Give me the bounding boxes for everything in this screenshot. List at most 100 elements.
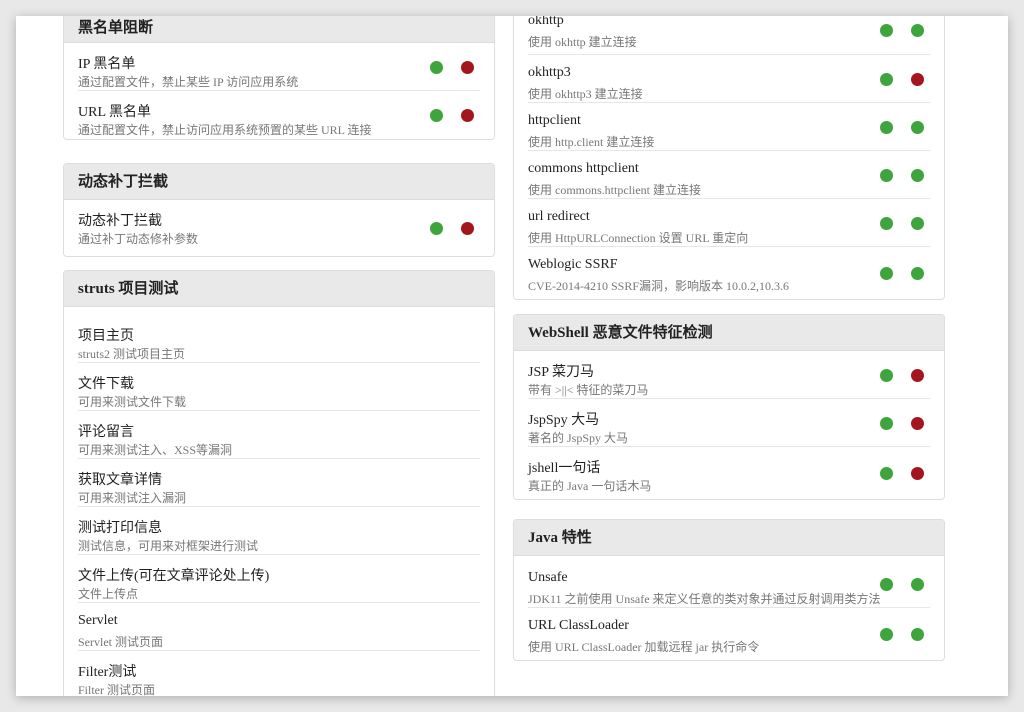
status-dot-green: [430, 60, 443, 74]
item-desc: 可用来测试文件下载: [78, 395, 187, 409]
item-desc: 文件上传点: [78, 587, 139, 601]
status-dot-red: [911, 467, 924, 480]
struts-panel: struts 项目测试 项目主页 struts2 测试项目主页 文件下载 可用来…: [63, 270, 495, 696]
status-dot-green: [880, 368, 893, 382]
item-title: commons httpclient: [528, 161, 639, 176]
item-title: IP 黑名单: [78, 57, 136, 72]
patch-panel: 动态补丁拦截 动态补丁拦截 通过补丁动态修补参数: [63, 163, 495, 257]
list-item-servlet[interactable]: Servlet Servlet 测试页面: [78, 603, 480, 651]
status-dot-red: [461, 60, 474, 74]
item-desc: 通过配置文件，禁止某些 IP 访问应用系统: [78, 75, 299, 89]
list-item-url-blacklist[interactable]: URL 黑名单 通过配置文件，禁止访问应用系统预置的某些 URL 连接: [78, 91, 480, 139]
list-item-file-download[interactable]: 文件下载 可用来测试文件下载: [78, 363, 480, 411]
java-list: Unsafe JDK11 之前使用 Unsafe 来定义任意的类对象并通过反射调…: [514, 560, 944, 660]
item-desc: 带有 >||< 特征的菜刀马: [528, 383, 649, 397]
list-item-weblogic-ssrf[interactable]: Weblogic SSRF CVE-2014-4210 SSRF漏洞，影响版本 …: [528, 247, 930, 299]
list-item-jshell[interactable]: jshell一句话 真正的 Java 一句话木马: [528, 447, 930, 499]
item-title: 动态补丁拦截: [78, 214, 162, 229]
item-desc: 使用 http.client 建立连接: [528, 135, 655, 149]
item-desc: Filter 测试页面: [78, 683, 155, 696]
status-dot-green: [880, 416, 893, 430]
ssrf-list: okhttp 使用 okhttp 建立连接 okhttp3 使用 okhttp3…: [514, 16, 944, 299]
item-desc: 通过补丁动态修补参数: [78, 232, 199, 246]
item-desc: 测试信息，可用来对框架进行测试: [78, 539, 259, 553]
item-title: JspSpy 大马: [528, 413, 600, 428]
item-title: 获取文章详情: [78, 473, 162, 488]
webshell-list: JSP 菜刀马 带有 >||< 特征的菜刀马 JspSpy 大马 著名的 Jsp…: [514, 351, 944, 499]
item-desc: 通过配置文件，禁止访问应用系统预置的某些 URL 连接: [78, 123, 372, 137]
panel-title: WebShell 恶意文件特征检测: [514, 315, 944, 351]
status-dot-green: [911, 23, 924, 37]
status-dot-red: [911, 416, 924, 430]
blacklist-list: IP 黑名单 通过配置文件，禁止某些 IP 访问应用系统 URL 黑名单 通过配…: [64, 43, 494, 139]
blacklist-panel: 黑名单阻断 IP 黑名单 通过配置文件，禁止某些 IP 访问应用系统 URL 黑…: [63, 16, 495, 140]
status-dot-green: [911, 267, 924, 280]
item-title: Weblogic SSRF: [528, 257, 618, 272]
item-title: Filter测试: [78, 665, 137, 680]
list-item-filter[interactable]: Filter测试 Filter 测试页面: [78, 651, 480, 696]
status-dot-green: [880, 168, 893, 182]
list-item-unsafe[interactable]: Unsafe JDK11 之前使用 Unsafe 来定义任意的类对象并通过反射调…: [528, 560, 930, 608]
item-desc: 使用 HttpURLConnection 设置 URL 重定向: [528, 231, 749, 245]
item-title: 项目主页: [78, 329, 134, 344]
list-item-httpclient[interactable]: httpclient 使用 http.client 建立连接: [528, 103, 930, 151]
panel-title: 黑名单阻断: [64, 16, 494, 43]
item-title: JSP 菜刀马: [528, 365, 595, 380]
item-desc: 著名的 JspSpy 大马: [528, 431, 629, 445]
list-item-commons-httpclient[interactable]: commons httpclient 使用 commons.httpclient…: [528, 151, 930, 199]
status-dot-green: [880, 72, 893, 86]
item-desc: 使用 okhttp 建立连接: [528, 35, 637, 49]
status-dot-green: [880, 577, 893, 591]
panel-title: struts 项目测试: [64, 271, 494, 307]
item-title: okhttp: [528, 16, 564, 28]
item-title: 文件下载: [78, 377, 134, 392]
status-dot-green: [911, 577, 924, 591]
status-dot-red: [911, 72, 924, 86]
status-dot-green: [911, 120, 924, 134]
list-item-url-redirect[interactable]: url redirect 使用 HttpURLConnection 设置 URL…: [528, 199, 930, 247]
status-dot-red: [461, 222, 474, 235]
list-item-jsp-caidao[interactable]: JSP 菜刀马 带有 >||< 特征的菜刀马: [528, 351, 930, 399]
item-desc: 可用来测试注入、XSS等漏洞: [78, 443, 233, 457]
list-item-okhttp[interactable]: okhttp 使用 okhttp 建立连接: [528, 16, 930, 55]
item-title: 文件上传(可在文章评论处上传): [78, 569, 270, 584]
list-item-ip-blacklist[interactable]: IP 黑名单 通过配置文件，禁止某些 IP 访问应用系统: [78, 43, 480, 91]
status-dot-green: [880, 120, 893, 134]
status-dot-green: [911, 628, 924, 641]
list-item-comment[interactable]: 评论留言 可用来测试注入、XSS等漏洞: [78, 411, 480, 459]
list-item-okhttp3[interactable]: okhttp3 使用 okhttp3 建立连接: [528, 55, 930, 103]
list-item-file-upload[interactable]: 文件上传(可在文章评论处上传) 文件上传点: [78, 555, 480, 603]
item-title: Servlet: [78, 613, 118, 628]
item-desc: 使用 URL ClassLoader 加载远程 jar 执行命令: [528, 640, 760, 654]
status-dot-green: [880, 23, 893, 37]
item-title: Unsafe: [528, 570, 568, 585]
list-item-jspspy[interactable]: JspSpy 大马 著名的 JspSpy 大马: [528, 399, 930, 447]
list-item-dynamic-patch[interactable]: 动态补丁拦截 通过补丁动态修补参数: [78, 200, 480, 256]
ssrf-panel: okhttp 使用 okhttp 建立连接 okhttp3 使用 okhttp3…: [513, 16, 945, 300]
list-item-project-home[interactable]: 项目主页 struts2 测试项目主页: [78, 315, 480, 363]
item-title: httpclient: [528, 113, 581, 128]
item-desc: CVE-2014-4210 SSRF漏洞，影响版本 10.0.2,10.3.6: [528, 279, 790, 293]
list-item-print-info[interactable]: 测试打印信息 测试信息，可用来对框架进行测试: [78, 507, 480, 555]
item-title: 测试打印信息: [78, 521, 162, 536]
item-desc: 使用 commons.httpclient 建立连接: [528, 183, 701, 197]
status-dot-green: [430, 109, 443, 122]
panel-title: 动态补丁拦截: [64, 164, 494, 200]
status-dot-green: [911, 216, 924, 230]
status-dot-red: [911, 368, 924, 382]
panel-title: Java 特性: [514, 520, 944, 556]
status-dot-green: [880, 467, 893, 480]
status-dot-red: [461, 109, 474, 122]
item-title: URL 黑名单: [78, 105, 151, 120]
list-item-url-classloader[interactable]: URL ClassLoader 使用 URL ClassLoader 加载远程 …: [528, 608, 930, 660]
item-desc: 可用来测试注入漏洞: [78, 491, 187, 505]
list-item-article-detail[interactable]: 获取文章详情 可用来测试注入漏洞: [78, 459, 480, 507]
item-title: url redirect: [528, 209, 590, 224]
browser-window: 黑名单阻断 IP 黑名单 通过配置文件，禁止某些 IP 访问应用系统 URL 黑…: [16, 16, 1008, 696]
status-dot-green: [880, 628, 893, 641]
item-desc: 真正的 Java 一句话木马: [528, 479, 652, 493]
java-panel: Java 特性 Unsafe JDK11 之前使用 Unsafe 来定义任意的类…: [513, 519, 945, 661]
status-dot-green: [880, 216, 893, 230]
status-dot-green: [880, 267, 893, 280]
patch-list: 动态补丁拦截 通过补丁动态修补参数: [64, 200, 494, 256]
